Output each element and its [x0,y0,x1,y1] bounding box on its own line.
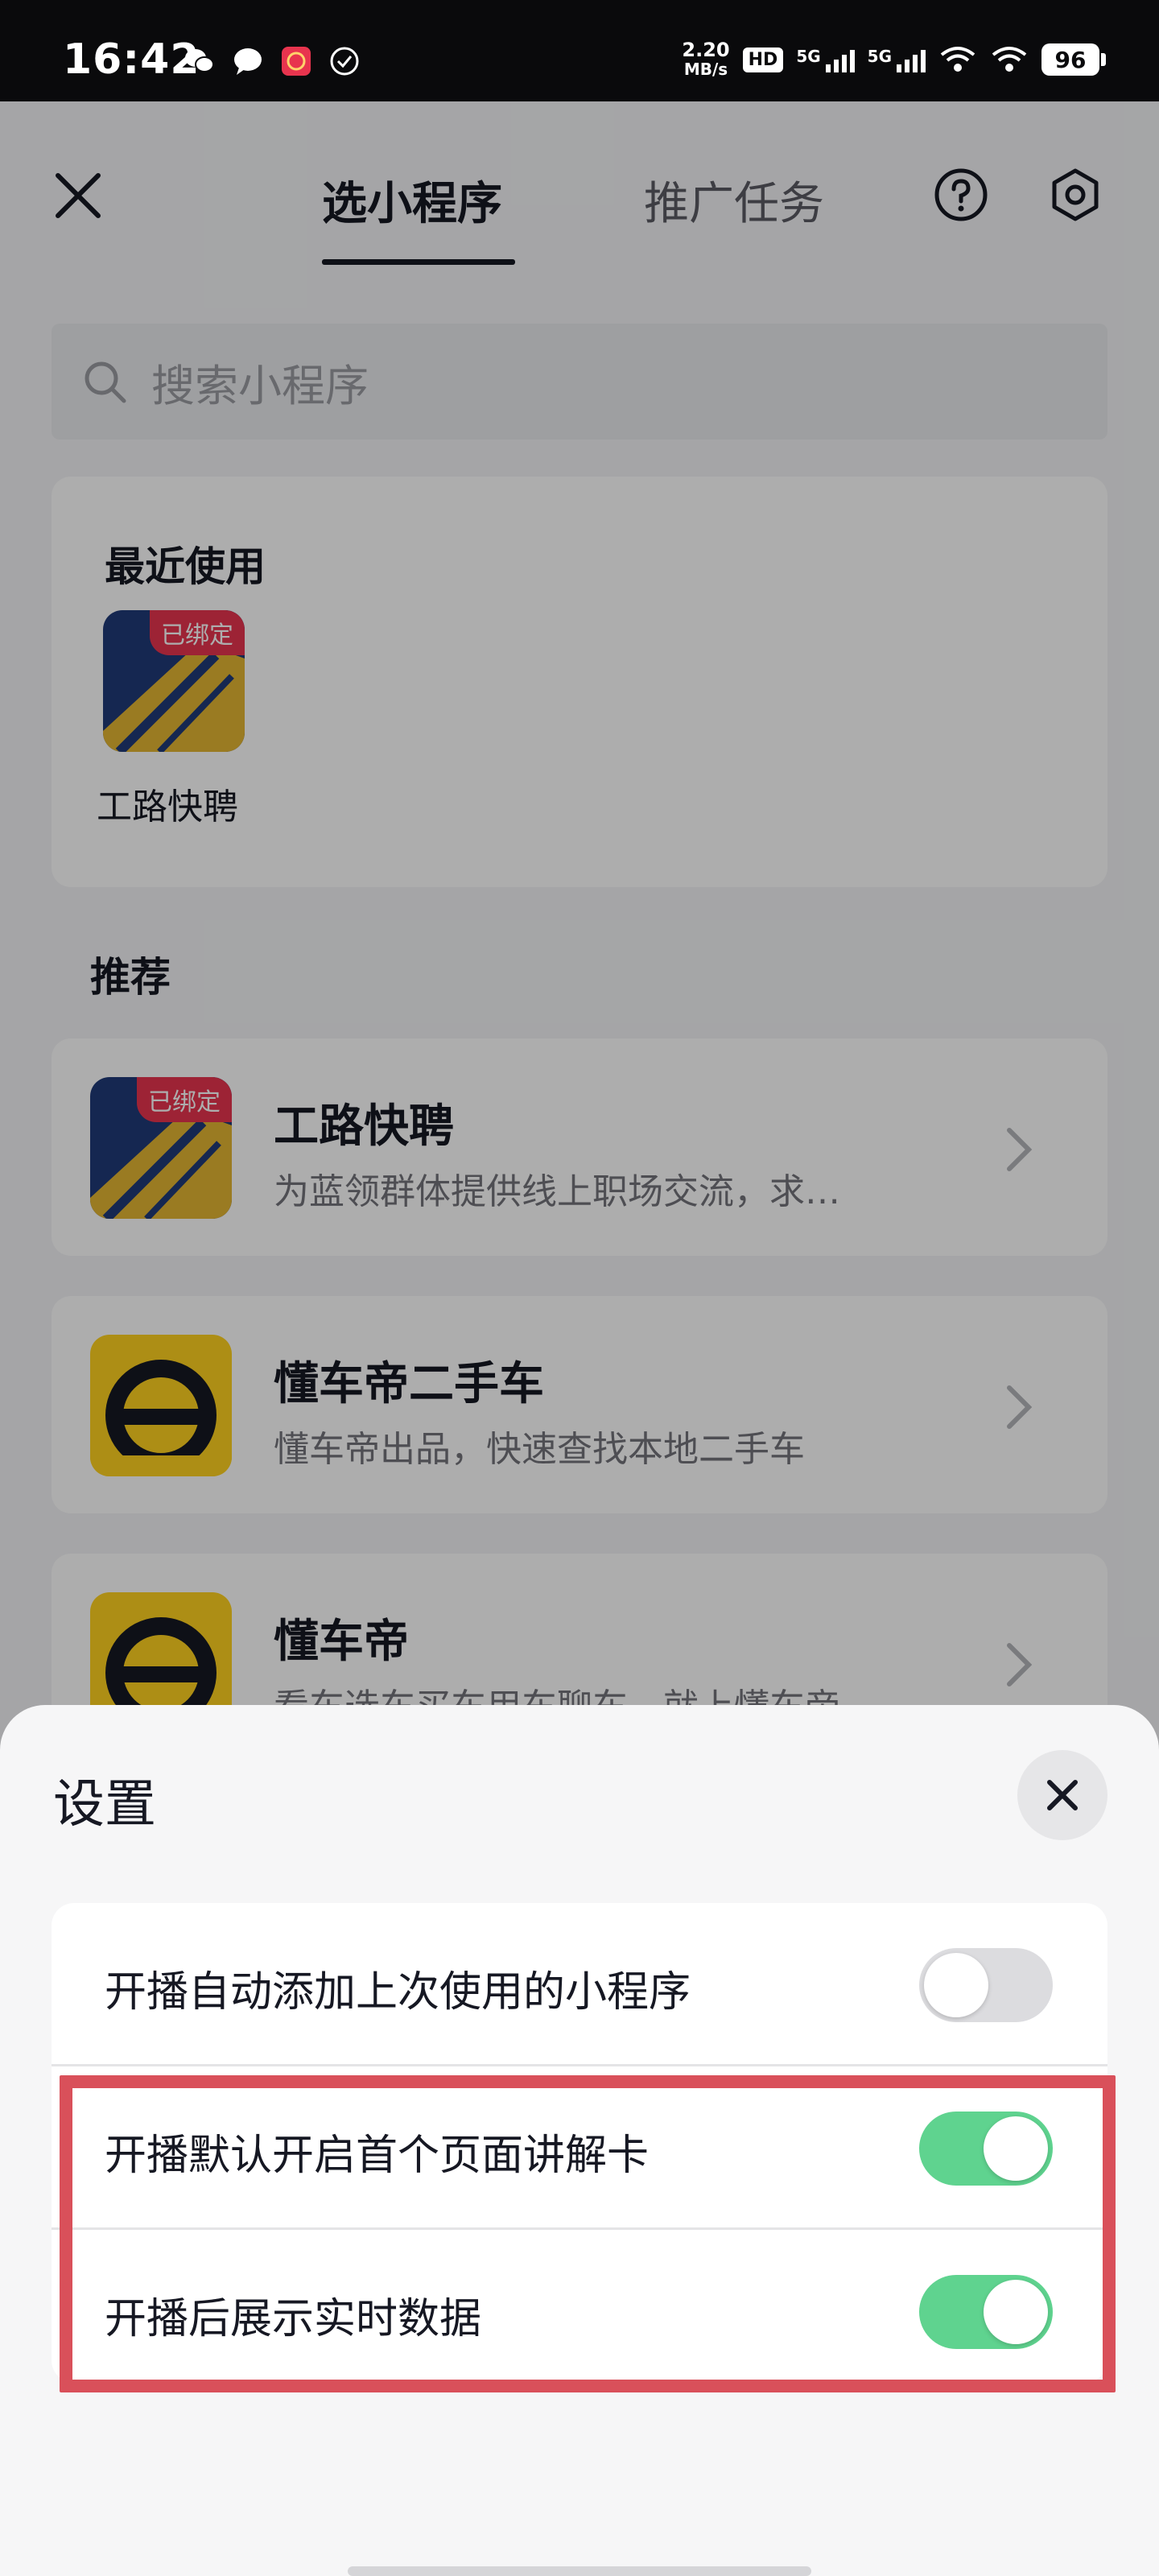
sheet-title: 设置 [53,1775,156,1835]
close-icon [1047,1780,1078,1810]
net-speed: 2.20 MB/s [682,40,729,79]
highlight-box [60,2075,1116,2392]
sim2-label: 5G [867,47,892,66]
wifi-calling-icon [940,47,975,72]
sheet-close-button[interactable] [1017,1750,1107,1840]
message-icon [234,48,262,75]
status-right: 2.20 MB/s HD 5G 5G 96 [682,40,1106,79]
wechat-icon [185,49,214,72]
signal-sim2-icon: 5G [868,47,926,72]
toggle-knob [924,1953,988,2017]
net-speed-value: 2.20 [682,39,730,61]
status-time: 16:42 [63,35,200,84]
net-speed-unit: MB/s [683,60,728,79]
red-app-icon [282,47,311,76]
home-indicator[interactable] [348,2566,811,2576]
setting-label: 开播自动添加上次使用的小程序 [105,1968,691,2017]
sim1-label: 5G [796,47,821,66]
battery-indicator: 96 [1041,43,1106,76]
setting-auto-add-last: 开播自动添加上次使用的小程序 [52,1903,1107,2064]
check-circle-icon [330,47,359,76]
status-bar: 16:42 2.20 MB/s HD 5G 5G 96 [0,0,1159,101]
wifi-icon [992,47,1027,72]
signal-sim1-icon: 5G [796,47,855,72]
hd-badge: HD [742,47,784,72]
toggle-auto-add-last[interactable] [919,1948,1053,2022]
